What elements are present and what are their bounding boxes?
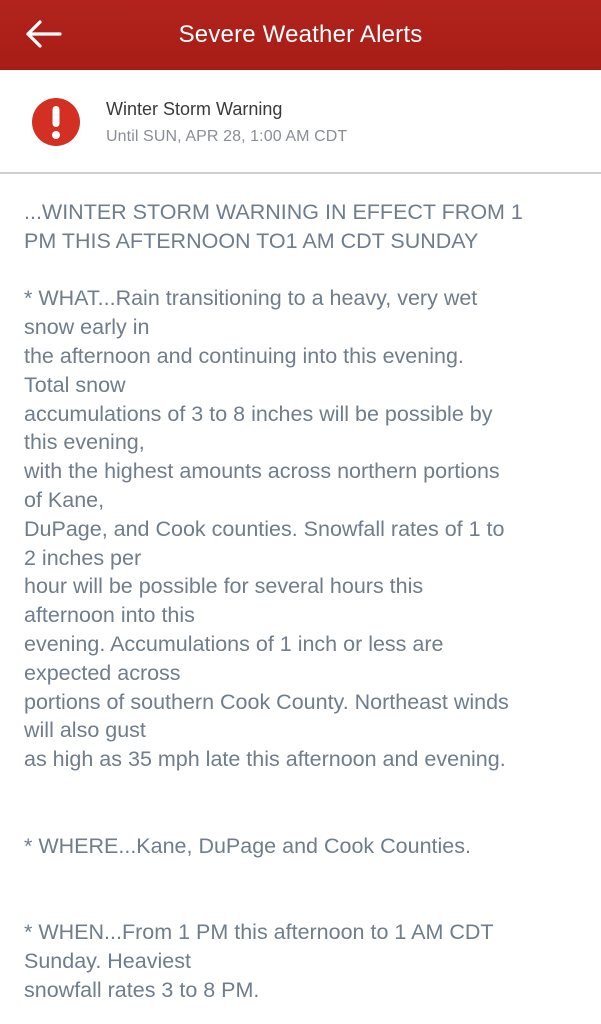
alert-description: ...WINTER STORM WARNING IN EFFECT FROM 1… <box>24 198 584 1004</box>
text-line: DuPage, and Cook counties. Snowfall rate… <box>24 516 505 541</box>
alert-expiry: Until SUN, APR 28, 1:00 AM CDT <box>106 128 348 145</box>
text-line: * WHEN...From 1 PM this afternoon to 1 A… <box>24 919 494 944</box>
text-line: accumulations of 3 to 8 inches will be p… <box>24 401 493 426</box>
text-line: will also gust <box>24 718 146 743</box>
text-line: with the highest amounts across northern… <box>24 459 500 484</box>
back-button[interactable] <box>20 12 68 56</box>
text-line: snow early in <box>24 315 150 340</box>
text-line: of Kane, <box>24 487 105 512</box>
text-line: expected across <box>24 660 181 685</box>
app-header: Severe Weather Alerts <box>0 0 601 70</box>
exclamation-circle-icon <box>31 97 81 147</box>
text-line: * WHAT...Rain transitioning to a heavy, … <box>24 286 478 311</box>
text-line: Total snow <box>24 372 126 397</box>
text-line: hour will be possible for several hours … <box>24 574 424 599</box>
headline-section: ...WINTER STORM WARNING IN EFFECT FROM 1… <box>24 198 584 256</box>
text-line: the afternoon and continuing into this e… <box>24 343 464 368</box>
text-line: afternoon into this <box>24 603 195 628</box>
alert-summary-row: Winter Storm Warning Until SUN, APR 28, … <box>0 70 601 174</box>
text-line: this evening, <box>24 430 145 455</box>
page-title: Severe Weather Alerts <box>178 21 423 48</box>
text-line: 2 inches per <box>24 545 142 570</box>
what-section: * WHAT...Rain transitioning to a heavy, … <box>24 284 584 774</box>
text-line: evening. Accumulations of 1 inch or less… <box>24 631 444 656</box>
text-line: ...WINTER STORM WARNING IN EFFECT FROM 1 <box>24 200 523 224</box>
text-line: as high as 35 mph late this afternoon an… <box>24 747 506 772</box>
text-line: portions of southern Cook County. Northe… <box>24 689 509 714</box>
alert-title: Winter Storm Warning <box>106 99 283 119</box>
text-line: snowfall rates 3 to 8 PM. <box>24 977 260 1002</box>
text-line: Sunday. Heaviest <box>24 948 191 973</box>
when-section: * WHEN...From 1 PM this afternoon to 1 A… <box>24 918 584 1004</box>
text-line: PM THIS AFTERNOON TO1 AM CDT SUNDAY <box>24 228 479 253</box>
text-line: * WHERE...Kane, DuPage and Cook Counties… <box>24 833 471 858</box>
arrow-left-icon <box>26 20 62 48</box>
where-section: * WHERE...Kane, DuPage and Cook Counties… <box>24 832 584 861</box>
